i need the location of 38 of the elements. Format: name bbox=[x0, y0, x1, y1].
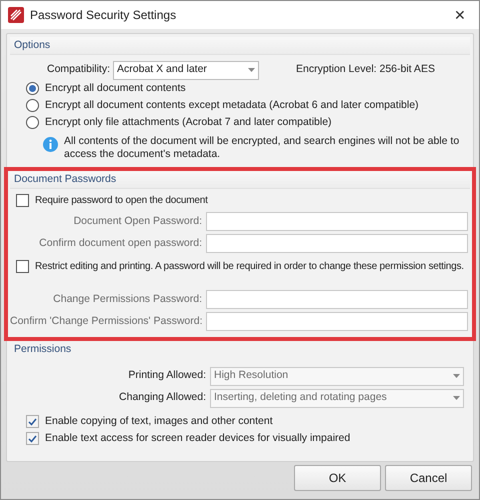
section-title: Document Passwords bbox=[14, 172, 116, 187]
radio-button[interactable] bbox=[26, 82, 39, 95]
radio-button[interactable] bbox=[26, 99, 39, 112]
checkbox[interactable] bbox=[16, 260, 29, 273]
radio-label[interactable]: Encrypt all document contents bbox=[45, 80, 186, 96]
password-field[interactable] bbox=[206, 312, 468, 331]
checkbox[interactable] bbox=[16, 194, 29, 207]
app-logo-icon bbox=[8, 7, 24, 23]
radio-button[interactable] bbox=[26, 116, 39, 129]
field-label: Printing Allowed: bbox=[127, 368, 207, 384]
password-field[interactable] bbox=[206, 234, 468, 253]
radio-label[interactable]: Encrypt all document contents except metadata (Acrobat 6 and later compatible) bbox=[45, 98, 419, 114]
caret-icon bbox=[453, 374, 460, 378]
encryption-level-text: Encryption Level: 256-bit AES bbox=[296, 62, 435, 78]
permission-dropdown: Inserting, deleting and rotating pages bbox=[210, 388, 464, 408]
checkbox-label[interactable]: Require password to open the document bbox=[35, 193, 208, 208]
password-field[interactable] bbox=[206, 290, 468, 309]
field-label: Change Permissions Password: bbox=[52, 292, 203, 307]
field-label: Confirm 'Change Permissions' Password: bbox=[10, 314, 204, 329]
section-title: Options bbox=[14, 38, 50, 53]
password-field[interactable] bbox=[206, 212, 468, 231]
info-icon bbox=[43, 137, 58, 152]
checkbox-label[interactable]: Restrict editing and printing. A password will be required in order to change these permission settings. bbox=[35, 259, 464, 274]
field-label: Confirm document open password: bbox=[38, 236, 203, 251]
dialog-button[interactable]: Cancel bbox=[385, 465, 472, 491]
field-label: Changing Allowed: bbox=[118, 390, 207, 406]
radio-label[interactable]: Encrypt only file attachments (Acrobat 7 and later compatible) bbox=[45, 114, 332, 130]
section-title: Permissions bbox=[14, 342, 72, 358]
compatibility-dropdown[interactable]: Acrobat X and later bbox=[113, 60, 260, 80]
dialog-button[interactable]: OK bbox=[294, 465, 381, 491]
window-title: Password Security Settings bbox=[30, 7, 178, 24]
info-text: All contents of the document will be encrypted, and search engines will not be able to access the document's metadata. bbox=[64, 135, 460, 161]
caret-icon bbox=[453, 396, 460, 400]
field-label: Compatibility: bbox=[47, 62, 110, 78]
permission-dropdown: High Resolution bbox=[210, 366, 464, 386]
close-button[interactable]: ✕ bbox=[448, 4, 472, 26]
caret-icon bbox=[248, 68, 256, 72]
field-label: Document Open Password: bbox=[72, 214, 203, 229]
